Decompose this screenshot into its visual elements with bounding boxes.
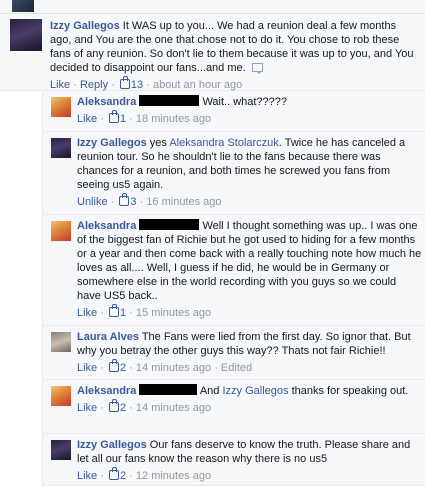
- thumbs-up-icon: [119, 193, 130, 206]
- like-link[interactable]: Like: [50, 79, 70, 91]
- comment-text: Wait.. what?????: [202, 96, 288, 108]
- separator: ·: [129, 470, 133, 482]
- like-count[interactable]: 2: [120, 402, 126, 414]
- timestamp[interactable]: 18 minutes ago: [136, 113, 211, 125]
- like-count[interactable]: 2: [120, 470, 126, 482]
- separator: ·: [110, 196, 115, 208]
- redaction-bar: [139, 384, 198, 395]
- timestamp[interactable]: 12 minutes ago: [136, 470, 211, 482]
- reply-comment: Aleksandra And Izzy Gallegos thanks for …: [42, 380, 425, 434]
- thumbs-up-icon: [108, 304, 119, 317]
- comment-author-link[interactable]: Aleksandra: [77, 385, 136, 397]
- timestamp[interactable]: 15 minutes ago: [136, 307, 211, 319]
- like-count[interactable]: 2: [120, 362, 126, 374]
- tagged-user-link[interactable]: Izzy Gallegos: [222, 385, 288, 397]
- comment-actions: Like · 1 · 18 minutes ago: [77, 110, 423, 126]
- separator: ·: [100, 362, 104, 374]
- comment-body: Aleksandra And Izzy Gallegos thanks for …: [77, 384, 423, 415]
- comment-actions: Like · 2 · 14 minutes ago: [77, 399, 423, 415]
- comment-text: And: [199, 385, 220, 397]
- main-comment: Izzy Gallegos It WAS up to you... We had…: [0, 14, 425, 91]
- timestamp[interactable]: 16 minutes ago: [146, 196, 221, 208]
- comment-body: Izzy Gallegos It WAS up to you... We had…: [50, 19, 415, 92]
- thumbs-up-icon: [108, 467, 119, 480]
- avatar[interactable]: [51, 138, 71, 158]
- comment-body: Aleksandra Well I thought something was …: [77, 219, 423, 320]
- edited-label[interactable]: Edited: [221, 362, 252, 374]
- comment-actions: Like · 1 · 15 minutes ago: [77, 304, 423, 320]
- thumbs-up-icon: [108, 110, 119, 123]
- comment-text: thanks for speaking out.: [291, 385, 409, 397]
- separator: ·: [146, 79, 150, 91]
- separator: ·: [100, 470, 104, 482]
- separator: ·: [214, 362, 218, 374]
- avatar[interactable]: [51, 386, 71, 406]
- unlike-link[interactable]: Unlike: [77, 196, 108, 208]
- comment-author-link[interactable]: Laura Alves: [77, 331, 139, 343]
- separator: ·: [111, 79, 115, 91]
- like-link[interactable]: Like: [77, 402, 97, 414]
- timestamp[interactable]: 14 minutes ago: [136, 402, 211, 414]
- redaction-bar: [139, 219, 200, 230]
- like-count[interactable]: 1: [120, 113, 126, 125]
- avatar[interactable]: [51, 440, 71, 460]
- separator: ·: [100, 113, 104, 125]
- timestamp[interactable]: 14 minutes ago: [136, 362, 211, 374]
- separator: ·: [129, 307, 133, 319]
- reply-comment: Aleksandra Well I thought something was …: [42, 215, 425, 326]
- separator: ·: [129, 113, 133, 125]
- comment-body: Laura Alves The Fans were lied from the …: [77, 330, 423, 375]
- like-link[interactable]: Like: [77, 362, 97, 374]
- comment-actions: Like · 2 · 12 minutes ago: [77, 467, 423, 483]
- reply-comment: Izzy Gallegos yes Aleksandra Stolarczuk.…: [42, 132, 425, 215]
- tagged-user-link[interactable]: Aleksandra Stolarczuk: [169, 137, 278, 149]
- comment-author-link[interactable]: Aleksandra: [77, 96, 136, 108]
- reply-link[interactable]: Reply: [80, 79, 108, 91]
- like-link[interactable]: Like: [77, 113, 97, 125]
- separator: ·: [100, 307, 104, 319]
- previous-comment-strip: [0, 0, 425, 14]
- separator: ·: [100, 402, 104, 414]
- comment-body: Izzy Gallegos Our fans deserve to know t…: [77, 438, 423, 483]
- comment-author-link[interactable]: Aleksandra: [77, 220, 136, 232]
- separator: ·: [129, 362, 133, 374]
- avatar[interactable]: [51, 332, 71, 352]
- comment-actions: Like · Reply · 13 · about an hour ago: [50, 76, 415, 92]
- avatar[interactable]: [51, 221, 71, 241]
- like-count[interactable]: 13: [131, 79, 143, 91]
- separator: ·: [73, 79, 77, 91]
- reply-comment: Aleksandra Wait.. what????? Like · 1 · 1…: [42, 91, 425, 132]
- comment-body: Aleksandra Wait.. what????? Like · 1 · 1…: [77, 95, 423, 126]
- like-link[interactable]: Like: [77, 307, 97, 319]
- comment-actions: Unlike · 3 · 16 minutes ago: [77, 193, 423, 209]
- comment-author-link[interactable]: Izzy Gallegos: [77, 439, 147, 451]
- comment-bubble-icon: [251, 63, 263, 74]
- avatar[interactable]: [51, 97, 71, 117]
- separator: ·: [129, 402, 133, 414]
- avatar[interactable]: [10, 19, 42, 51]
- comment-author-link[interactable]: Izzy Gallegos: [77, 137, 147, 149]
- thumbs-up-icon: [119, 76, 130, 89]
- comment-body: Izzy Gallegos yes Aleksandra Stolarczuk.…: [77, 136, 423, 209]
- reply-comment: Laura Alves The Fans were lied from the …: [42, 326, 425, 380]
- thumbs-up-icon: [108, 359, 119, 372]
- thumbs-up-icon: [108, 399, 119, 412]
- like-count[interactable]: 3: [130, 196, 136, 208]
- redaction-bar: [139, 95, 200, 106]
- avatar[interactable]: [12, 0, 34, 12]
- comment-text: Well I thought something was up.. I was …: [77, 220, 422, 302]
- separator: ·: [139, 196, 144, 208]
- timestamp[interactable]: about an hour ago: [153, 79, 242, 91]
- like-link[interactable]: Like: [77, 470, 97, 482]
- comment-author-link[interactable]: Izzy Gallegos: [50, 20, 120, 32]
- reply-comment: Izzy Gallegos Our fans deserve to know t…: [42, 434, 425, 486]
- comment-actions: Like · 2 · 14 minutes ago · Edited: [77, 359, 423, 375]
- comment-text: yes: [149, 137, 167, 149]
- like-count[interactable]: 1: [120, 307, 126, 319]
